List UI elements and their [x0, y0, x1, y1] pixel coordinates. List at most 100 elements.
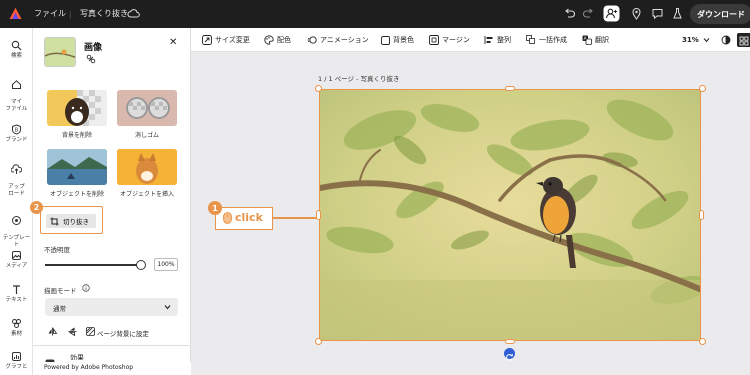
- remove-object-action[interactable]: [47, 149, 107, 185]
- location-pin-icon[interactable]: [630, 7, 643, 20]
- opacity-slider-track[interactable]: [45, 264, 141, 266]
- callout-connector-line: [272, 217, 317, 219]
- rail-item-text[interactable]: テキスト: [0, 284, 33, 304]
- rail-label: ブランド: [5, 137, 28, 143]
- image-properties-panel: 画像 ✕ 背景を削除 消しゴム オブジェクトを削除 オブジェクトを挿入 切り抜き…: [30, 28, 191, 375]
- rail-label: メディア: [5, 263, 28, 269]
- close-icon[interactable]: ✕: [169, 37, 177, 48]
- resize-handle-top-right[interactable]: [699, 85, 706, 92]
- rail-label: マイ ファイル: [5, 99, 28, 112]
- margin-icon: [429, 35, 439, 45]
- rail-label: テンプレー ト: [2, 235, 31, 248]
- comment-icon[interactable]: [651, 7, 664, 20]
- click-callout-box: click: [215, 207, 273, 230]
- opacity-slider-handle[interactable]: [136, 260, 146, 270]
- effects-icon-partial: [45, 354, 55, 362]
- resize-handle-bottom-right[interactable]: [699, 338, 706, 345]
- divider: [33, 345, 191, 346]
- remove-background-label: 背景を削除: [61, 132, 92, 139]
- resize-handle-right[interactable]: [699, 210, 704, 220]
- crop-label: 切り抜き: [63, 218, 89, 226]
- tool-label: サイズ変更: [215, 36, 250, 44]
- set-page-background-icon[interactable]: [86, 327, 95, 336]
- eraser-label: 消しゴム: [134, 132, 159, 139]
- template-icon: [12, 216, 21, 225]
- download-button[interactable]: ダウンロード: [690, 4, 750, 24]
- rail-item-my-files[interactable]: マイ ファイル: [0, 72, 33, 113]
- tool-label: アニメーション: [320, 36, 369, 44]
- resize-handle-top-left[interactable]: [315, 85, 322, 92]
- animation-icon: [307, 36, 317, 44]
- effects-section-label[interactable]: 効果: [70, 353, 84, 360]
- share-user-icon[interactable]: [603, 5, 620, 22]
- tool-align[interactable]: 整列: [484, 33, 511, 47]
- crop-button[interactable]: 切り抜き: [46, 214, 96, 228]
- text-icon: [13, 285, 20, 294]
- tool-background-color[interactable]: 背景色: [381, 33, 414, 47]
- eraser-action[interactable]: [117, 90, 177, 126]
- resize-handle-bottom[interactable]: [505, 339, 515, 344]
- breadcrumb-separator: |: [69, 11, 72, 19]
- crop-icon: [50, 217, 59, 225]
- resize-handle-left[interactable]: [316, 210, 321, 220]
- rail-label: アップ ロード: [8, 184, 25, 197]
- zoom-chevron-icon[interactable]: [703, 37, 710, 43]
- tool-animation[interactable]: アニメーション: [307, 33, 369, 47]
- opacity-label: 不透明度: [44, 246, 70, 254]
- lab-flask-icon[interactable]: [671, 7, 684, 20]
- selected-image-thumbnail: [44, 37, 76, 67]
- tool-color-scheme[interactable]: 配色: [264, 33, 291, 47]
- tool-margin[interactable]: マージン: [429, 33, 470, 47]
- flip-horizontal-icon[interactable]: [48, 327, 57, 336]
- blend-mode-select[interactable]: 通常: [45, 298, 178, 316]
- rail-label: 検索: [10, 53, 22, 59]
- sunglasses-image: [117, 90, 177, 126]
- blend-mode-value: 通常: [53, 305, 66, 313]
- grid-icon: [739, 36, 749, 46]
- info-icon[interactable]: [82, 284, 90, 292]
- document-title[interactable]: 写真くり抜き: [80, 9, 128, 19]
- upload-icon: [11, 164, 22, 174]
- translate-icon: A: [582, 35, 592, 45]
- canvas-area: 1 / 1 ページ - 写真くり抜き click 1: [191, 52, 750, 375]
- click-callout-text: click: [235, 211, 263, 224]
- selected-image-frame[interactable]: [319, 89, 701, 341]
- grid-view-button[interactable]: [737, 33, 750, 47]
- media-icon: [12, 251, 21, 260]
- chart-icon: [12, 352, 21, 361]
- tool-translate[interactable]: A 翻訳: [582, 33, 609, 47]
- link-icon[interactable]: [86, 54, 96, 64]
- rail-item-elements[interactable]: 素材: [0, 318, 33, 338]
- tool-resize[interactable]: サイズ変更: [202, 33, 250, 47]
- tool-bulk-create[interactable]: 一括作成: [526, 33, 567, 47]
- rail-item-brand[interactable]: B ブランド: [0, 124, 33, 144]
- rail-item-upload[interactable]: アップ ロード: [0, 157, 33, 198]
- remove-background-action[interactable]: [47, 90, 107, 126]
- rotate-handle[interactable]: [504, 348, 515, 361]
- rotate-icon: [506, 353, 513, 361]
- rail-item-charts[interactable]: グラフと: [0, 351, 33, 371]
- mouse-icon: [223, 212, 232, 224]
- opacity-value-input[interactable]: 100%: [154, 258, 178, 271]
- resize-handle-bottom-left[interactable]: [315, 338, 322, 345]
- redo-icon[interactable]: [582, 7, 595, 20]
- flip-vertical-icon[interactable]: [68, 327, 77, 336]
- set-page-background-label[interactable]: ページ背景に設定: [97, 328, 149, 338]
- rail-label: グラフと: [5, 364, 28, 370]
- zoom-level[interactable]: 31%: [682, 36, 699, 44]
- rail-item-search[interactable]: 検索: [0, 40, 33, 60]
- layers-icon[interactable]: [721, 35, 731, 45]
- cloud-icon: [127, 9, 140, 18]
- bird-thumbnail-image: [45, 38, 75, 66]
- app-window: ファイル | 写真くり抜き ダウンロード 検索 マイ ファイル B ブランド ア…: [0, 0, 750, 375]
- shiba-dog-image: [117, 149, 177, 185]
- undo-icon[interactable]: [563, 7, 576, 20]
- tool-label: 整列: [497, 36, 511, 44]
- rail-item-templates[interactable]: テンプレー ト: [0, 208, 33, 249]
- resize-handle-top[interactable]: [505, 86, 515, 91]
- rail-item-media[interactable]: メディア: [0, 250, 33, 270]
- file-menu[interactable]: ファイル: [34, 9, 66, 19]
- insert-object-action[interactable]: [117, 149, 177, 185]
- tool-label: マージン: [442, 36, 470, 44]
- adobe-express-logo[interactable]: [9, 7, 22, 20]
